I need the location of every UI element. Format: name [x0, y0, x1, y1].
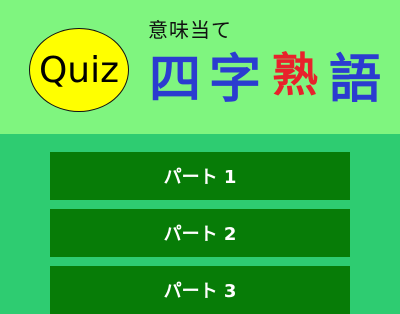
part-3-button[interactable]: パート 3	[50, 266, 350, 314]
title-char-2: 字	[208, 50, 261, 110]
part-1-button[interactable]: パート 1	[50, 152, 350, 200]
subtitle: 意味当て	[148, 18, 232, 42]
app-header: Quiz 意味当て 四 字 熟 語	[0, 0, 400, 134]
part-2-button[interactable]: パート 2	[50, 209, 350, 257]
quiz-badge: Quiz	[29, 28, 129, 112]
quiz-badge-label: Quiz	[38, 49, 120, 91]
title-char-3: 熟	[272, 48, 318, 102]
title-char-4: 語	[328, 50, 381, 110]
page-title: 四 字 熟 語	[145, 44, 385, 116]
title-char-1: 四	[148, 50, 201, 110]
